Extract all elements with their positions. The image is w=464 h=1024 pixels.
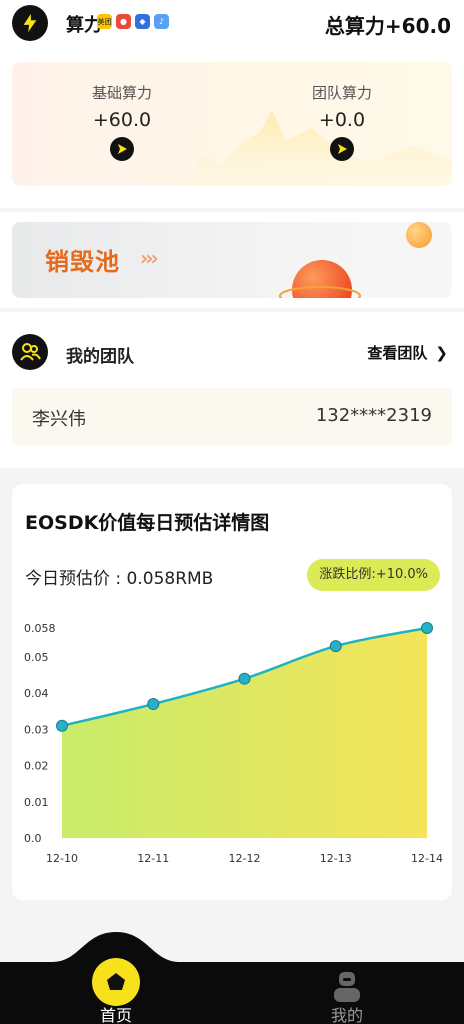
lightning-icon [23, 13, 37, 33]
chart-title: EOSDK价值每日预估详情图 [25, 512, 270, 534]
x-tick-label: 12-13 [320, 852, 352, 865]
chart-point[interactable] [238, 672, 251, 685]
total-power: 总算力+60.0 [324, 14, 451, 38]
team-power: 团队算力 +0.0 [282, 82, 402, 161]
top-bar: 算力 美团 ● ◆ ♪ 总算力+60.0 [0, 0, 464, 50]
power-card: 基础算力 +60.0 团队算力 +0.0 [12, 62, 452, 186]
view-team-link[interactable]: 查看团队 ❯ [367, 342, 448, 363]
chart-point[interactable] [56, 719, 68, 732]
y-tick-label: 0.02 [24, 760, 49, 773]
nav-mine-label[interactable]: 我的 [322, 1002, 372, 1024]
change-ratio-badge: 涨跌比例:+10.0% [307, 559, 440, 591]
today-price: 今日预估价 : 0.058RMB [25, 569, 214, 589]
bottom-nav-background [0, 932, 464, 1024]
team-section: 我的团队 查看团队 ❯ 李兴伟 132****2319 [0, 312, 464, 468]
x-tick-label: 12-12 [229, 852, 261, 865]
app-logo [12, 5, 48, 41]
member-name: 李兴伟 [32, 409, 86, 430]
y-tick-label: 0.0 [24, 832, 42, 845]
team-power-arrow-icon[interactable] [330, 137, 354, 161]
power-section: 基础算力 +60.0 团队算力 +0.0 [0, 50, 464, 208]
profile-icon[interactable] [334, 972, 360, 1002]
chart-point[interactable] [329, 640, 342, 653]
team-icon [12, 334, 48, 370]
x-tick-label: 12-11 [137, 852, 169, 865]
chart-point[interactable] [147, 698, 160, 711]
view-team-label: 查看团队 [367, 344, 428, 362]
basic-power-value: +60.0 [92, 109, 152, 131]
chevron-right-icon: ❯ [435, 343, 448, 362]
x-tick-label: 12-14 [411, 852, 443, 865]
team-member-row[interactable]: 李兴伟 132****2319 [12, 388, 452, 446]
price-area-chart: 0.0 0.01 0.02 0.03 0.04 0.05 0.058 12-10 12-11 12… [24, 622, 443, 865]
burn-pool-section: 销毁池 ››› [0, 212, 464, 308]
y-tick-label: 0.03 [24, 723, 49, 736]
team-power-value: +0.0 [318, 109, 366, 131]
price-chart-card: EOSDK价值每日预估详情图 今日预估价 : 0.058RMB 涨跌比例:+10… [12, 484, 452, 900]
burn-pool-arrows-icon: ››› [140, 246, 159, 270]
y-tick-label: 0.01 [24, 796, 49, 809]
chart-area-fill [62, 628, 427, 838]
planet-icon [279, 260, 361, 298]
home-icon [107, 973, 125, 990]
bottom-nav: 首页 我的 [0, 918, 464, 1024]
notification-icons: 美团 ● ◆ ♪ [97, 14, 169, 29]
x-tick-label: 12-10 [46, 852, 78, 865]
burn-pool-title: 销毁池 [45, 248, 120, 276]
member-phone: 132****2319 [315, 405, 432, 426]
y-tick-label: 0.05 [24, 651, 49, 664]
y-tick-label: 0.04 [24, 687, 49, 700]
app-store-icon: ◆ [135, 14, 150, 29]
basic-power-label: 基础算力 [91, 84, 152, 102]
meituan-icon: 美团 [97, 14, 112, 29]
nav-home-button[interactable] [92, 958, 140, 1006]
small-planet-icon [406, 222, 432, 248]
basic-power-arrow-icon[interactable] [110, 137, 134, 161]
team-power-label: 团队算力 [311, 84, 372, 102]
weibo-icon: ● [116, 14, 131, 29]
basic-power: 基础算力 +60.0 [62, 82, 182, 161]
team-title: 我的团队 [66, 347, 134, 367]
nav-home-label[interactable]: 首页 [92, 1002, 140, 1024]
chart-point[interactable] [421, 622, 433, 634]
y-tick-label: 0.058 [24, 622, 56, 635]
burn-pool-banner[interactable]: 销毁池 ››› [12, 222, 452, 298]
music-icon: ♪ [154, 14, 169, 29]
